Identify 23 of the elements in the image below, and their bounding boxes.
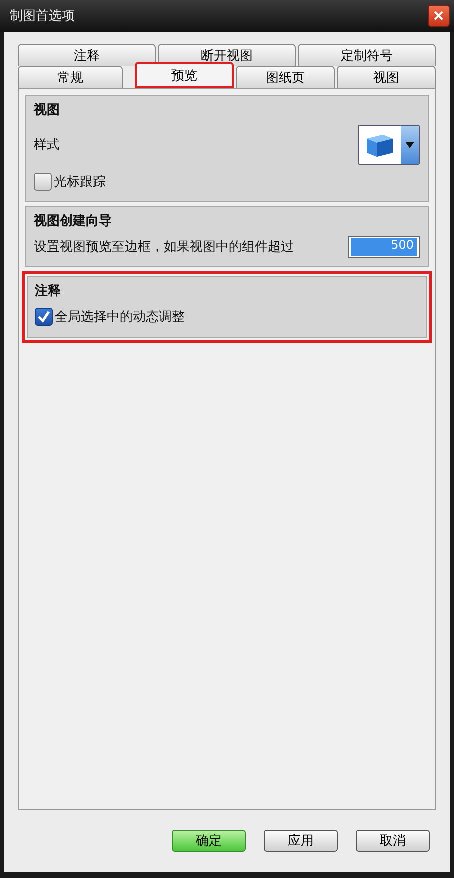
section-title: 注释 [35, 282, 62, 300]
field-label: 样式 [34, 137, 60, 154]
tab[interactable]: 常规 [18, 66, 123, 88]
checkbox-label: 全局选择中的动态调整 [55, 309, 186, 326]
checkbox[interactable] [35, 308, 53, 326]
style-dropdown[interactable] [358, 125, 420, 165]
dialog-button[interactable]: 应用 [264, 830, 338, 852]
tab[interactable]: 断开视图 [158, 44, 296, 66]
tab[interactable]: 定制符号 [298, 44, 436, 66]
tab[interactable]: 预览 [135, 62, 234, 88]
section-title: 视图 [34, 102, 61, 119]
field-label: 设置视图预览至边框，如果视图中的组件超过 [34, 239, 294, 256]
tab[interactable]: 图纸页 [236, 66, 335, 88]
dialog-button[interactable]: 取消 [356, 830, 430, 852]
dialog-button[interactable]: 确定 [172, 830, 246, 852]
checkbox[interactable] [34, 173, 52, 191]
tab[interactable]: 注释 [18, 44, 156, 66]
checkbox-label: 光标跟踪 [54, 174, 107, 191]
section-title: 视图创建向导 [34, 213, 113, 230]
tab[interactable]: 视图 [337, 66, 436, 88]
close-button[interactable]: ✕ [428, 5, 450, 27]
caret-icon [405, 140, 415, 150]
window-title: 制图首选项 [10, 8, 75, 25]
